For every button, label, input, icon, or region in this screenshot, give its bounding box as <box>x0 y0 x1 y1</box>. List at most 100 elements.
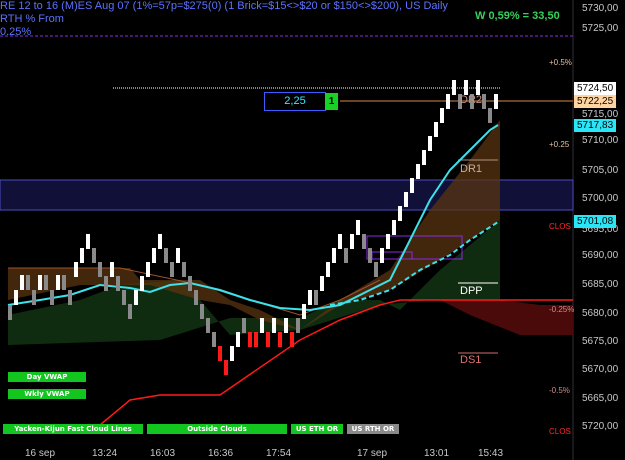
y-tick: 5685,00 <box>582 279 619 290</box>
renko-brick <box>326 262 330 277</box>
renko-brick <box>266 332 270 347</box>
pct-plus025: +0.25 <box>549 140 570 149</box>
renko-brick <box>344 248 348 263</box>
renko-brick <box>482 94 486 109</box>
renko-brick <box>218 346 222 361</box>
renko-brick <box>8 305 12 320</box>
renko-brick <box>284 318 288 333</box>
y-tick: 5670,00 <box>582 364 619 375</box>
renko-brick <box>50 290 54 305</box>
renko-brick <box>350 234 354 249</box>
y-tick: 5730,00 <box>582 3 619 14</box>
x-tick: 17 sep <box>357 448 388 459</box>
price-tag-dr2: 5722,25 <box>574 95 617 108</box>
renko-brick <box>398 206 402 221</box>
pct-plus05: +0.5% <box>549 58 572 67</box>
renko-brick <box>434 122 438 137</box>
renko-brick <box>404 192 408 207</box>
renko-brick <box>314 290 318 305</box>
pct-minus025: -0.25% <box>549 305 575 314</box>
renko-brick <box>44 275 48 290</box>
renko-brick <box>476 80 480 95</box>
y-tick: 5720,00 <box>582 421 619 432</box>
renko-brick <box>206 318 210 333</box>
chart-title-line2: 0.25% <box>0 26 32 38</box>
renko-brick <box>158 234 162 249</box>
pct-close-upper: CLOS <box>549 222 571 231</box>
y-tick: 5665,00 <box>582 393 619 404</box>
renko-brick <box>332 248 336 263</box>
outside-clouds-button[interactable]: Outside Clouds <box>147 424 287 434</box>
renko-brick <box>302 304 306 319</box>
y-tick: 5680,00 <box>582 308 619 319</box>
renko-brick <box>380 248 384 263</box>
price-tag-last: 5724,50 <box>574 82 617 95</box>
y-tick: 5690,00 <box>582 250 619 261</box>
info-value-box[interactable]: 2,25 <box>264 92 326 111</box>
price-tag-vwap: 5717,83 <box>574 119 617 132</box>
renko-brick <box>416 164 420 179</box>
renko-brick <box>140 276 144 291</box>
renko-brick <box>236 332 240 347</box>
renko-brick <box>14 290 18 305</box>
renko-brick <box>260 318 264 333</box>
price-chart[interactable] <box>0 0 625 460</box>
renko-brick <box>122 290 126 305</box>
chart-title: RE 12 to 16 (M)ES Aug 07 (1%=57p=$275(0)… <box>0 0 448 25</box>
renko-brick <box>68 290 72 305</box>
renko-brick <box>146 262 150 277</box>
renko-brick <box>464 80 468 95</box>
renko-brick <box>392 220 396 235</box>
renko-brick <box>248 332 252 347</box>
x-tick: 13:01 <box>424 448 450 459</box>
x-tick: 16:36 <box>208 448 234 459</box>
renko-brick <box>224 360 228 375</box>
renko-brick <box>56 275 60 290</box>
renko-brick <box>446 94 450 109</box>
info-badge[interactable]: 1 <box>325 93 338 110</box>
level-dr2: DR2 <box>460 94 483 106</box>
x-tick: 13:24 <box>92 448 118 459</box>
renko-brick <box>242 318 246 333</box>
renko-brick <box>422 150 426 165</box>
wkly-vwap-button[interactable]: Wkly VWAP <box>8 389 86 399</box>
renko-brick <box>428 136 432 151</box>
us-rth-or-button[interactable]: US RTH OR <box>347 424 399 434</box>
x-tick: 16:03 <box>150 448 176 459</box>
renko-brick <box>62 275 66 290</box>
renko-brick <box>92 248 96 263</box>
renko-brick <box>338 234 342 249</box>
renko-brick <box>80 248 84 263</box>
renko-brick <box>230 346 234 361</box>
x-tick: 16 sep <box>25 448 56 459</box>
renko-brick <box>188 276 192 291</box>
y-tick: 5700,00 <box>582 193 619 204</box>
renko-brick <box>164 248 168 263</box>
renko-brick <box>20 275 24 290</box>
renko-brick <box>452 80 456 95</box>
renko-brick <box>356 220 360 235</box>
renko-brick <box>320 276 324 291</box>
renko-brick <box>110 262 114 277</box>
level-dr1: DR1 <box>460 163 483 175</box>
y-tick: 5675,00 <box>582 336 619 347</box>
renko-brick <box>152 248 156 263</box>
us-eth-or-button[interactable]: US ETH OR <box>291 424 343 434</box>
renko-brick <box>128 304 132 319</box>
renko-brick <box>38 275 42 290</box>
price-tag-wvwap: 5701,08 <box>574 215 617 228</box>
renko-brick <box>170 262 174 277</box>
renko-brick <box>290 332 294 347</box>
level-ds1: DS1 <box>460 354 482 366</box>
pct-close-lower: CLOS <box>549 427 571 436</box>
renko-brick <box>362 234 366 249</box>
fast-cloud-button[interactable]: Yacken-Kijun Fast Cloud Lines <box>3 424 143 434</box>
renko-brick <box>182 262 186 277</box>
renko-brick <box>254 332 258 347</box>
weekly-change: W 0,59% = 33,50 <box>475 10 560 22</box>
renko-brick <box>74 262 78 277</box>
level-dpp: DPP <box>460 285 483 297</box>
renko-brick <box>488 108 492 123</box>
day-vwap-button[interactable]: Day VWAP <box>8 372 86 382</box>
renko-brick <box>410 178 414 193</box>
